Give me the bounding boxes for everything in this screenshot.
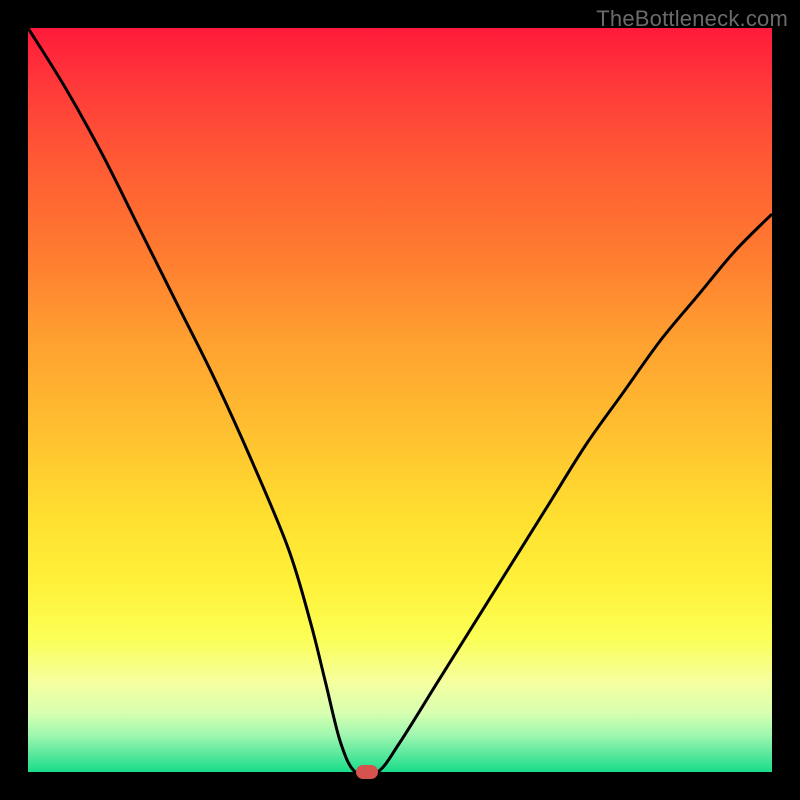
- plot-area: [28, 28, 772, 772]
- chart-frame: TheBottleneck.com: [0, 0, 800, 800]
- curve-path: [28, 28, 772, 772]
- bottleneck-marker: [356, 765, 378, 779]
- bottleneck-curve: [28, 28, 772, 772]
